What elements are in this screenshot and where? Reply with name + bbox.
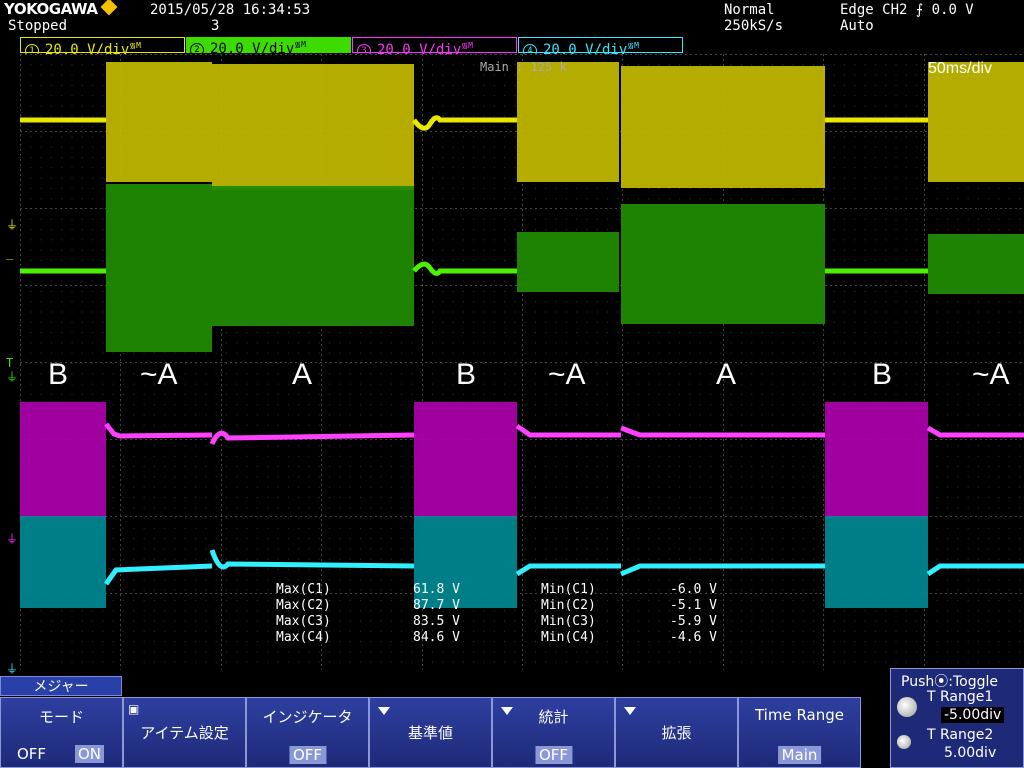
min-labels: Min(C1) Min(C2) Min(C3) Min(C4) xyxy=(541,582,596,646)
measurement-value: -4.6 V xyxy=(670,630,717,645)
time-range-knob-panel[interactable]: Push⦿:Toggle T Range1 -5.00div T Range2 … xyxy=(890,668,1024,768)
time-range-title: Time Range xyxy=(754,706,845,724)
measurement-value: 61.8 V xyxy=(413,582,460,597)
max-labels: Max(C1) Max(C2) Max(C3) Max(C4) xyxy=(276,582,331,646)
acquisition-count: 3 xyxy=(211,18,220,34)
mode-label: ~A xyxy=(140,358,178,391)
max-values: 61.8 V 87.7 V 83.5 V 84.6 V xyxy=(413,582,460,646)
channel-3-scale[interactable]: 3 20.0 V/div᯾M xyxy=(352,37,517,58)
channel-3-ground-marker[interactable]: ⏚ xyxy=(6,530,18,547)
dropdown-triangle-icon xyxy=(378,707,390,715)
trigger-mode[interactable]: Auto xyxy=(840,19,874,34)
channel-4-ground-marker[interactable]: ⏚ xyxy=(6,660,18,677)
expand-softkey[interactable]: 拡張 xyxy=(615,697,738,768)
timebase-label: 50ms/div xyxy=(928,60,993,77)
main-record-label: Main : 125 k xyxy=(480,60,567,74)
mode-title: モード xyxy=(38,708,84,726)
knob-small-icon[interactable] xyxy=(897,735,911,749)
measurement-label: Max(C2) xyxy=(276,598,331,613)
measurement-value: 83.5 V xyxy=(413,614,460,629)
reference-title: 基準値 xyxy=(407,724,453,742)
measurement-value: 87.7 V xyxy=(413,598,460,613)
measurement-label: Min(C3) xyxy=(541,614,596,629)
channel-4-suffix: ᯾M xyxy=(627,41,639,50)
statistics-title: 統計 xyxy=(538,708,569,726)
brand-logo: YOKOGAWA xyxy=(4,0,118,18)
channel-3-suffix: ᯾M xyxy=(461,41,473,50)
channel-1-scale[interactable]: 1 20.0 V/div᯾M xyxy=(20,37,185,58)
trigger-setting[interactable]: Edge CH2 ⨍ 0.0 V xyxy=(840,3,974,18)
mode-on-option[interactable]: ON xyxy=(75,745,105,763)
dropdown-triangle-icon xyxy=(624,707,636,715)
brand-diamond-icon xyxy=(100,0,118,16)
mode-label: ~A xyxy=(548,358,586,391)
acquisition-mode: Normal xyxy=(724,2,775,18)
channel-1-level-marker[interactable]: ‾ xyxy=(6,258,13,272)
mode-label: ~A xyxy=(972,358,1010,391)
measurement-label: Min(C1) xyxy=(541,582,596,597)
item-settings-softkey[interactable]: ▣ アイテム設定 xyxy=(123,697,246,768)
sample-rate: 250kS/s xyxy=(724,18,784,34)
mode-softkey[interactable]: モード OFF ON xyxy=(0,697,123,768)
settings-icon: ▣ xyxy=(128,702,140,716)
mode-label: B xyxy=(456,358,477,391)
knob-icon[interactable] xyxy=(897,697,917,717)
measurement-value: -6.0 V xyxy=(670,582,717,597)
time-range-value: Main xyxy=(777,746,822,764)
time-range-softkey[interactable]: Time Range Main xyxy=(738,697,861,768)
mode-label: B xyxy=(872,358,893,391)
channel-2-scale[interactable]: 2 20.0 V/div᯾M xyxy=(186,37,351,57)
reference-softkey[interactable]: 基準値 xyxy=(369,697,492,768)
measurement-value: -5.9 V xyxy=(670,614,717,629)
measurement-label: Min(C4) xyxy=(541,630,596,645)
measurement-label: Min(C2) xyxy=(541,598,596,613)
push-toggle-label: Push⦿:Toggle xyxy=(901,674,998,690)
channel-4-scale[interactable]: 4 20.0 V/div᯾M xyxy=(518,37,683,58)
measurement-value: 84.6 V xyxy=(413,630,460,645)
t-range2-value: 5.00div xyxy=(944,745,997,761)
acquisition-status: Stopped xyxy=(8,18,68,34)
channel-2-suffix: ᯾M xyxy=(294,40,306,49)
mode-label: B xyxy=(48,358,69,391)
mode-label: A xyxy=(292,358,313,391)
t-range2-label: T Range2 xyxy=(927,727,994,743)
channel-2-ground-marker[interactable]: ⏚ xyxy=(6,368,18,385)
measurement-value: -5.1 V xyxy=(670,598,717,613)
measurement-label: Max(C1) xyxy=(276,582,331,597)
item-settings-title: アイテム設定 xyxy=(140,724,229,742)
min-values: -6.0 V -5.1 V -5.9 V -4.6 V xyxy=(670,582,717,646)
channel-1-ground-marker[interactable]: ⏚ xyxy=(6,216,18,233)
channel-1-suffix: ᯾M xyxy=(129,41,141,50)
datetime: 2015/05/28 16:34:53 xyxy=(150,2,311,18)
statistics-softkey[interactable]: 統計 OFF xyxy=(492,697,615,768)
mode-off-option[interactable]: OFF xyxy=(17,745,46,763)
expand-title: 拡張 xyxy=(661,724,692,742)
status-header: YOKOGAWA Stopped 2015/05/28 16:34:53 3 N… xyxy=(0,0,1024,36)
t-range1-value: -5.00div xyxy=(941,707,1005,723)
t-range1-label: T Range1 xyxy=(927,689,994,705)
menu-tab-measure[interactable]: メジャー xyxy=(0,676,122,696)
indicator-value: OFF xyxy=(288,746,327,764)
measurement-label: Max(C4) xyxy=(276,630,331,645)
indicator-title: インジケータ xyxy=(262,708,353,726)
indicator-softkey[interactable]: インジケータ OFF xyxy=(246,697,369,768)
statistics-value: OFF xyxy=(534,746,573,764)
mode-label: A xyxy=(716,358,737,391)
measurement-label: Max(C3) xyxy=(276,614,331,629)
